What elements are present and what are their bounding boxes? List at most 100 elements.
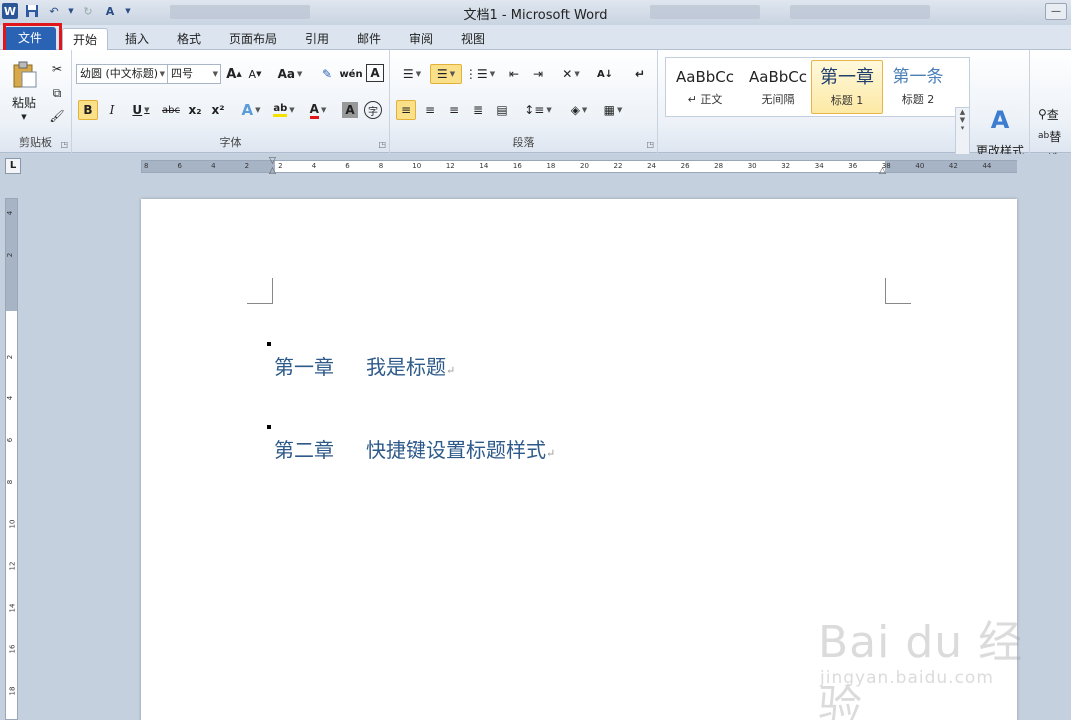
- align-right-icon[interactable]: ≡: [444, 100, 464, 120]
- change-case-button[interactable]: Aa ▼: [275, 64, 305, 84]
- find-label: 查: [1046, 107, 1059, 122]
- paste-dropdown-icon[interactable]: ▼: [18, 112, 30, 122]
- ruler-tick-label: 8: [378, 162, 384, 170]
- bullets-icon[interactable]: ☰ ▼: [398, 64, 426, 84]
- ruler-tick-label: 8: [144, 162, 149, 170]
- paste-button[interactable]: 粘贴: [6, 94, 42, 110]
- decrease-indent-icon[interactable]: ⇤: [504, 64, 524, 84]
- paragraph-group-label: 段落: [512, 136, 535, 149]
- tab-home[interactable]: 开始: [62, 28, 108, 51]
- ruler-tick-label: 18: [8, 686, 17, 696]
- ruler-tick-label: 6: [177, 162, 182, 170]
- ruler-tick-label: 8: [6, 479, 15, 485]
- tab-view[interactable]: 视图: [453, 28, 493, 50]
- numbering-icon[interactable]: ☰ ▼: [430, 64, 462, 84]
- replace-button[interactable]: ab 替: [1038, 128, 1071, 144]
- justify-icon[interactable]: ≣: [468, 100, 488, 120]
- style-name: 无间隔: [761, 93, 795, 106]
- vertical-ruler[interactable]: 4 2 2 4 6 8 10 12 14 16 18: [5, 198, 18, 720]
- tab-insert[interactable]: 插入: [117, 28, 157, 50]
- grow-font-button[interactable]: A ▲: [225, 64, 243, 84]
- ruler-tick-label: 2: [244, 162, 250, 170]
- font-launcher-icon[interactable]: ◳: [378, 140, 386, 149]
- shrink-font-button[interactable]: A ▼: [246, 64, 264, 84]
- font-size-field[interactable]: 四号 ▼: [167, 64, 221, 84]
- show-marks-icon[interactable]: ↵: [630, 64, 650, 84]
- title-bar: W ↶ ▼ ↻ A ▼ 文档1 - Microsoft Word —: [0, 0, 1071, 25]
- subscript-button[interactable]: x₂: [185, 100, 205, 120]
- minimize-button[interactable]: —: [1045, 3, 1067, 20]
- superscript-button[interactable]: x²: [208, 100, 228, 120]
- ruler-tick-label: 4: [6, 396, 15, 401]
- font-color-icon[interactable]: A ▼: [304, 100, 332, 120]
- format-painter-icon[interactable]: 🖌: [48, 107, 66, 125]
- ruler-tick-label: 22: [613, 162, 623, 170]
- first-line-indent-marker[interactable]: ▽: [269, 156, 276, 166]
- paste-icon[interactable]: [8, 60, 42, 90]
- hanging-indent-marker[interactable]: △: [269, 166, 276, 176]
- tab-mailings[interactable]: 邮件: [349, 28, 389, 50]
- window-title: 文档1 - Microsoft Word: [463, 8, 608, 23]
- heading-1[interactable]: 第一章 我是标题↵: [274, 351, 455, 380]
- watermark-url: jingyan.baidu.com: [820, 668, 994, 688]
- baidu-watermark: Bai du 经验 jingyan.baidu.com: [818, 606, 1058, 720]
- multilevel-list-icon[interactable]: ⋮☰ ▼: [465, 64, 495, 84]
- ruler-tick-label: 10: [8, 519, 17, 529]
- ruler-tick-label: 26: [680, 162, 690, 170]
- tab-references[interactable]: 引用: [297, 28, 337, 50]
- chinese-layout-icon[interactable]: ✕ ▼: [557, 64, 585, 84]
- cut-icon[interactable]: ✂: [48, 60, 66, 78]
- highlight-color-icon[interactable]: ab ▼: [269, 100, 299, 120]
- strikethrough-button[interactable]: abc: [160, 100, 182, 120]
- font-name-field[interactable]: 幼圆 (中文标题) ▼: [76, 64, 168, 84]
- underline-button[interactable]: U ▼: [126, 100, 156, 120]
- crop-mark-top-left: [247, 278, 273, 304]
- style-heading-2[interactable]: 第一条 标题 2: [882, 60, 954, 114]
- style-preview: 第一章: [820, 67, 874, 88]
- bold-button[interactable]: B: [78, 100, 98, 120]
- ruler-tick-label: 32: [781, 162, 791, 170]
- ruler-tick-label: 2: [6, 354, 15, 359]
- right-indent-marker[interactable]: △: [879, 166, 886, 176]
- increase-indent-icon[interactable]: ⇥: [528, 64, 548, 84]
- heading-2[interactable]: 第二章 快捷键设置标题样式↵: [274, 434, 555, 463]
- tab-page-layout[interactable]: 页面布局: [222, 28, 284, 50]
- distributed-icon[interactable]: ▤: [492, 100, 512, 120]
- tab-selector[interactable]: L: [5, 158, 21, 174]
- style-normal[interactable]: AaBbCc ↵ 正文: [669, 60, 741, 114]
- clear-formatting-icon[interactable]: ✎: [317, 64, 337, 84]
- character-border-icon[interactable]: A: [366, 64, 384, 82]
- style-preview: 第一条: [892, 67, 944, 87]
- italic-button[interactable]: I: [102, 100, 122, 120]
- borders-icon[interactable]: ▦ ▼: [598, 100, 628, 120]
- phonetic-guide-icon[interactable]: wén: [339, 64, 362, 84]
- paragraph-launcher-icon[interactable]: ◳: [646, 140, 654, 149]
- enclose-characters-icon[interactable]: 字: [364, 101, 382, 119]
- ruler-tick-label: 16: [8, 644, 17, 654]
- ruler-tick-label: 4: [211, 162, 216, 170]
- shading-icon[interactable]: ◈ ▼: [564, 100, 594, 120]
- tab-format[interactable]: 格式: [169, 28, 209, 50]
- character-shading-icon[interactable]: A: [342, 102, 358, 118]
- text-effects-icon[interactable]: A ▼: [237, 100, 265, 120]
- line-spacing-icon[interactable]: ↕≡ ▼: [524, 100, 552, 120]
- change-styles-icon[interactable]: A: [978, 106, 1022, 134]
- find-button[interactable]: ⚲ 查: [1038, 106, 1071, 122]
- copy-icon[interactable]: ⧉: [48, 84, 66, 102]
- style-name: ↵ 正文: [687, 93, 723, 106]
- chevron-down-icon: ▼: [212, 70, 218, 78]
- heading-marker: [267, 425, 271, 429]
- ruler-tick-label: 36: [848, 162, 858, 170]
- font-group-label: 字体: [219, 136, 242, 149]
- clipboard-launcher-icon[interactable]: ◳: [60, 140, 68, 149]
- style-heading-1[interactable]: 第一章 标题 1: [811, 60, 883, 114]
- align-left-icon[interactable]: ≡: [396, 100, 416, 120]
- tab-review[interactable]: 审阅: [401, 28, 441, 50]
- style-no-spacing[interactable]: AaBbCc 无间隔: [742, 60, 814, 114]
- ruler-tick-label: 42: [948, 162, 958, 170]
- ruler-tick-label: 12: [8, 561, 17, 571]
- style-name: 标题 1: [830, 94, 864, 107]
- align-center-icon[interactable]: ≡: [420, 100, 440, 120]
- horizontal-ruler-area: L 8 6 4 2 2 4 6 8 10 12 14 16 18 20 22 24 26 28 30 32 34 36 38…: [0, 154, 1071, 180]
- sort-icon[interactable]: A↓: [594, 64, 616, 84]
